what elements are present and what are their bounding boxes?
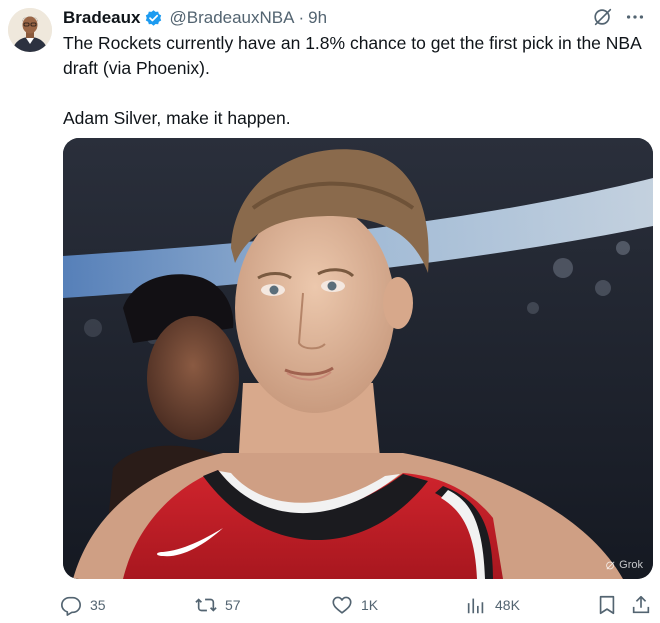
tweet-header: Bradeaux @BradeauxNBA · 9h: [63, 7, 327, 29]
grok-icon[interactable]: [592, 6, 614, 28]
tweet-text: The Rockets currently have an 1.8% chanc…: [63, 31, 653, 131]
tweet[interactable]: Bradeaux @BradeauxNBA · 9h The Rockets c…: [0, 0, 660, 623]
views-count: 48K: [495, 597, 520, 613]
tweet-text-line-1: The Rockets currently have an 1.8% chanc…: [63, 33, 641, 78]
more-icon[interactable]: [624, 6, 646, 28]
timestamp[interactable]: 9h: [308, 7, 327, 29]
bookmark-button[interactable]: [596, 593, 618, 617]
grok-watermark-label: Grok: [619, 559, 643, 571]
views-icon: [465, 594, 487, 616]
author-handle[interactable]: @BradeauxNBA: [169, 7, 294, 29]
reply-icon: [60, 594, 82, 616]
like-button[interactable]: 1K: [331, 593, 378, 617]
share-button[interactable]: [630, 593, 652, 617]
repost-button[interactable]: 57: [195, 593, 241, 617]
grok-watermark: Grok: [605, 559, 643, 571]
reply-button[interactable]: 35: [60, 593, 106, 617]
tweet-media-image[interactable]: Grok: [63, 138, 653, 579]
separator-dot: ·: [298, 8, 305, 27]
tweet-actions: 35 57 1K 48K: [60, 593, 658, 617]
tweet-text-line-2: Adam Silver, make it happen.: [63, 108, 291, 128]
verified-badge-icon: [144, 9, 163, 28]
repost-count: 57: [225, 597, 241, 613]
views-button[interactable]: 48K: [465, 593, 520, 617]
repost-icon: [195, 594, 217, 616]
display-name[interactable]: Bradeaux: [63, 7, 140, 29]
tweet-top-actions: [592, 6, 646, 28]
avatar[interactable]: [8, 8, 52, 52]
bookmark-icon: [596, 594, 618, 616]
heart-icon: [331, 594, 353, 616]
share-icon: [630, 594, 652, 616]
like-count: 1K: [361, 597, 379, 613]
reply-count: 35: [90, 597, 106, 613]
